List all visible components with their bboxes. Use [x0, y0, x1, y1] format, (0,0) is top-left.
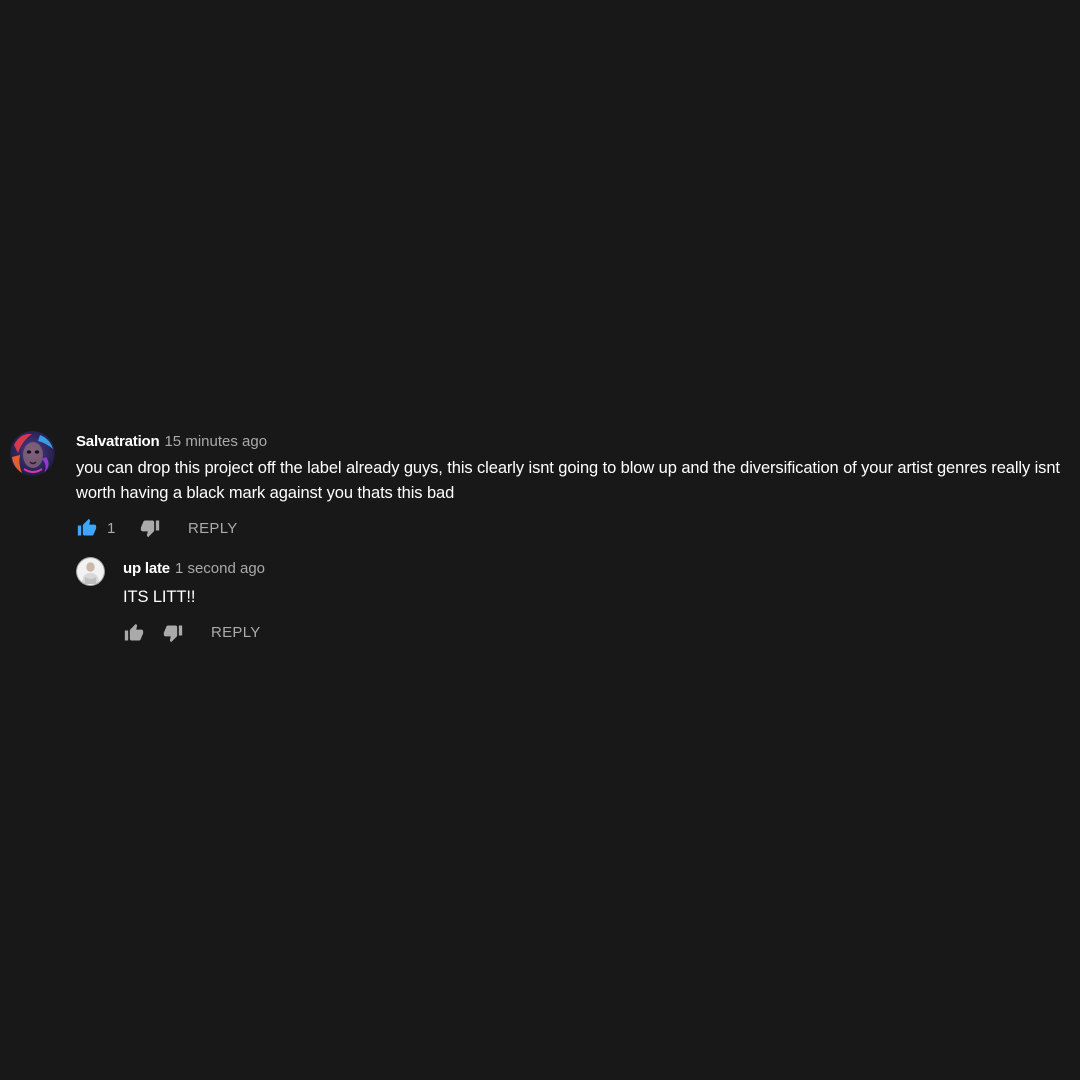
reply-button[interactable]: REPLY [211, 624, 261, 641]
reply-actions: REPLY [123, 620, 265, 646]
reply-time[interactable]: 1 second ago [175, 560, 265, 577]
comment-time[interactable]: 15 minutes ago [164, 433, 267, 450]
comment-thread: Salvatration 15 minutes ago you can drop… [10, 430, 1072, 541]
comment-text: you can drop this project off the label … [76, 459, 1060, 502]
thumbs-up-icon [77, 518, 97, 536]
like-button[interactable] [76, 517, 98, 539]
dislike-button[interactable] [139, 517, 161, 539]
comment-meta: Salvatration 15 minutes ago [76, 430, 1072, 452]
reply-comment: up late 1 second ago ITS LITT!! REPLY [76, 557, 1066, 646]
reply-text: ITS LITT!! [123, 588, 196, 606]
like-count: 1 [107, 519, 116, 537]
avatar-image [10, 431, 55, 476]
reply-author[interactable]: up late [123, 560, 170, 577]
reply-body: up late 1 second ago ITS LITT!! REPLY [123, 557, 265, 646]
reply-meta: up late 1 second ago [123, 557, 265, 579]
comments-page: Salvatration 15 minutes ago you can drop… [0, 0, 1080, 1080]
dislike-button[interactable] [162, 622, 184, 644]
avatar-image [76, 557, 105, 586]
comment-actions: 1 REPLY [76, 515, 1072, 541]
thumbs-up-icon [124, 623, 144, 640]
thumbs-down-icon [163, 625, 183, 642]
reply-button[interactable]: REPLY [188, 520, 238, 537]
thumbs-down-icon [140, 520, 160, 538]
comment-author[interactable]: Salvatration [76, 433, 160, 450]
reply-avatar[interactable] [76, 557, 105, 586]
like-button[interactable] [123, 622, 145, 644]
comment-body: Salvatration 15 minutes ago you can drop… [76, 430, 1072, 541]
avatar[interactable] [10, 431, 55, 476]
